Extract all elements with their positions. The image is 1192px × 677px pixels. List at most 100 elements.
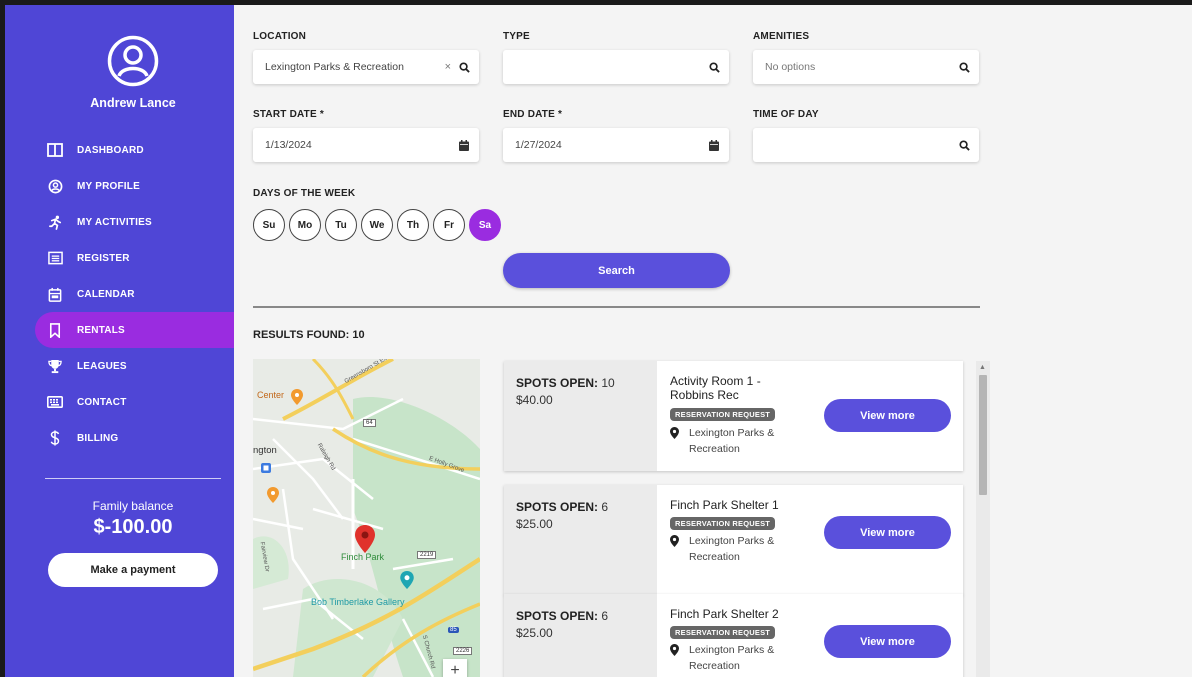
sidebar-item-my-activities[interactable]: MY ACTIVITIES	[5, 204, 234, 240]
reservation-request-badge: RESERVATION REQUEST	[670, 408, 776, 421]
sidebar-item-label: CALENDAR	[77, 288, 135, 300]
map-marker-icon[interactable]	[355, 525, 375, 553]
sidebar-item-billing[interactable]: BILLING	[5, 420, 234, 456]
start-date-label: START DATE *	[253, 109, 324, 120]
spots-open-value: 10	[601, 376, 615, 390]
day-friday[interactable]: Fr	[433, 209, 465, 241]
sidebar-item-rentals[interactable]: RENTALS	[35, 312, 234, 348]
map-label-lexington: ngton	[253, 445, 277, 456]
view-more-button[interactable]: View more	[824, 625, 951, 658]
balance-value: $-100.00	[93, 516, 173, 538]
user-avatar-icon[interactable]	[107, 35, 159, 87]
transit-poi-icon[interactable]	[261, 463, 271, 473]
runner-icon	[47, 214, 63, 230]
app-frame: Andrew Lance DASHBOARD MY PROFILE MY ACT…	[5, 5, 1192, 677]
clear-icon[interactable]: ×	[445, 61, 451, 73]
sidebar-item-label: MY ACTIVITIES	[77, 216, 152, 228]
result-price: $25.00	[516, 626, 553, 640]
result-location-text: Lexington Parks & Recreation	[689, 644, 775, 672]
type-field[interactable]	[503, 50, 729, 84]
bookmark-icon	[47, 322, 63, 338]
day-thursday[interactable]: Th	[397, 209, 429, 241]
sidebar-nav: DASHBOARD MY PROFILE MY ACTIVITIES REGIS…	[5, 132, 234, 456]
list-icon	[47, 250, 63, 266]
time-of-day-field[interactable]	[753, 128, 979, 162]
make-payment-button[interactable]: Make a payment	[48, 553, 218, 587]
day-tuesday[interactable]: Tu	[325, 209, 357, 241]
sidebar-item-label: RENTALS	[77, 324, 125, 336]
sidebar: Andrew Lance DASHBOARD MY PROFILE MY ACT…	[5, 5, 234, 677]
sidebar-item-my-profile[interactable]: MY PROFILE	[5, 168, 234, 204]
result-name: Activity Room 1 - Robbins Rec	[670, 374, 761, 402]
search-icon[interactable]	[953, 128, 975, 162]
day-saturday[interactable]: Sa	[469, 209, 501, 241]
sidebar-item-register[interactable]: REGISTER	[5, 240, 234, 276]
map-graphic	[253, 359, 480, 677]
day-wednesday[interactable]: We	[361, 209, 393, 241]
sidebar-item-contact[interactable]: CONTACT	[5, 384, 234, 420]
sidebar-item-leagues[interactable]: LEAGUES	[5, 348, 234, 384]
calendar-icon	[47, 286, 63, 302]
location-value: Lexington Parks & Recreation	[265, 61, 404, 73]
sidebar-item-calendar[interactable]: CALENDAR	[5, 276, 234, 312]
result-location: Lexington Parks & Recreation	[670, 425, 799, 457]
sidebar-item-label: REGISTER	[77, 252, 130, 264]
result-card: SPOTS OPEN: 10 $40.00 Activity Room 1 - …	[504, 361, 963, 471]
search-icon[interactable]	[453, 50, 475, 84]
scrollbar-thumb[interactable]	[979, 375, 987, 495]
result-location-text: Lexington Parks & Recreation	[689, 535, 775, 563]
result-name: Finch Park Shelter 2	[670, 607, 779, 621]
spots-open-value: 6	[601, 500, 609, 514]
route-2226-shield: 2226	[453, 647, 473, 655]
search-icon[interactable]	[953, 50, 975, 84]
balance-label: Family balance	[92, 499, 174, 513]
trophy-icon	[47, 358, 63, 374]
result-card-summary: SPOTS OPEN: 6 $25.00	[504, 485, 657, 595]
end-date-field[interactable]: 1/27/2024	[503, 128, 729, 162]
gallery-poi-icon[interactable]	[400, 571, 414, 589]
search-icon[interactable]	[703, 50, 725, 84]
route-64-shield: 64	[363, 419, 376, 427]
result-card: SPOTS OPEN: 6 $25.00 Finch Park Shelter …	[504, 485, 963, 595]
book-icon	[47, 142, 63, 158]
results-scrollbar[interactable]: ▲	[976, 361, 990, 677]
result-card-summary: SPOTS OPEN: 6 $25.00	[504, 594, 657, 677]
location-pin-icon	[670, 644, 679, 656]
location-field[interactable]: Lexington Parks & Recreation ×	[253, 50, 479, 84]
sidebar-item-label: LEAGUES	[77, 360, 127, 372]
location-label: LOCATION	[253, 31, 307, 42]
view-more-button[interactable]: View more	[824, 516, 951, 549]
amenities-field[interactable]: No options	[753, 50, 979, 84]
search-button[interactable]: Search	[503, 253, 730, 288]
result-price: $25.00	[516, 517, 553, 531]
map-label-center: Center	[257, 390, 285, 400]
food-poi-icon[interactable]	[291, 389, 303, 405]
route-2219-shield: 2219	[417, 551, 437, 559]
sidebar-item-dashboard[interactable]: DASHBOARD	[5, 132, 234, 168]
map[interactable]: Center ngton Finch Park Bob Timberlake G…	[253, 359, 480, 677]
spots-open-label: SPOTS OPEN:	[516, 500, 599, 514]
result-card: SPOTS OPEN: 6 $25.00 Finch Park Shelter …	[504, 594, 963, 677]
sidebar-item-label: CONTACT	[77, 396, 127, 408]
scroll-up-arrow-icon[interactable]: ▲	[979, 364, 986, 371]
day-sunday[interactable]: Su	[253, 209, 285, 241]
calendar-icon[interactable]	[703, 128, 725, 162]
sidebar-item-label: DASHBOARD	[77, 144, 144, 156]
type-label: TYPE	[503, 31, 530, 42]
result-name: Finch Park Shelter 1	[670, 498, 779, 512]
section-divider	[253, 306, 980, 308]
day-monday[interactable]: Mo	[289, 209, 321, 241]
result-price: $40.00	[516, 393, 553, 407]
amenities-label: AMENITIES	[753, 31, 810, 42]
route-85-shield: 85	[448, 627, 459, 633]
map-zoom-in-button[interactable]: +	[443, 659, 467, 677]
result-card-summary: SPOTS OPEN: 10 $40.00	[504, 361, 657, 471]
start-date-field[interactable]: 1/13/2024	[253, 128, 479, 162]
time-of-day-label: TIME OF DAY	[753, 109, 819, 120]
end-date-label: END DATE *	[503, 109, 563, 120]
food-poi-icon[interactable]	[267, 487, 279, 503]
calendar-icon[interactable]	[453, 128, 475, 162]
reservation-request-badge: RESERVATION REQUEST	[670, 517, 776, 530]
view-more-button[interactable]: View more	[824, 399, 951, 432]
sidebar-item-label: BILLING	[77, 432, 119, 444]
